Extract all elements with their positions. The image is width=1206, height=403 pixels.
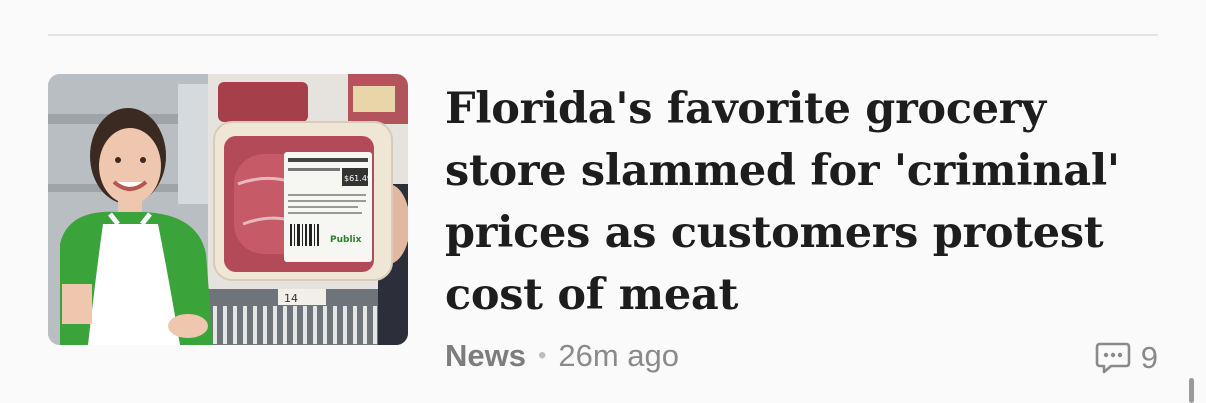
article-headline[interactable]: Florida's favorite grocery store slammed… — [445, 78, 1155, 326]
comment-count: 9 — [1140, 340, 1158, 375]
top-divider — [48, 34, 1158, 36]
scrollbar[interactable] — [1189, 378, 1194, 403]
article-meta: News • 26m ago — [445, 336, 679, 376]
article-thumbnail[interactable]: 14 $61.49 Publix — [48, 74, 408, 345]
section-label[interactable]: News — [445, 338, 526, 374]
meta-separator: • — [537, 342, 547, 369]
article-card[interactable]: 14 $61.49 Publix Florida's favorite groc… — [48, 74, 1158, 376]
thumbnail-image: 14 $61.49 Publix — [48, 74, 408, 345]
speech-bubble-icon — [1095, 341, 1131, 375]
svg-text:Publix: Publix — [330, 235, 362, 245]
comments-button[interactable]: 9 — [1095, 340, 1158, 376]
svg-text:14: 14 — [284, 292, 298, 305]
timestamp: 26m ago — [558, 338, 680, 373]
svg-text:$61.49: $61.49 — [344, 174, 372, 183]
